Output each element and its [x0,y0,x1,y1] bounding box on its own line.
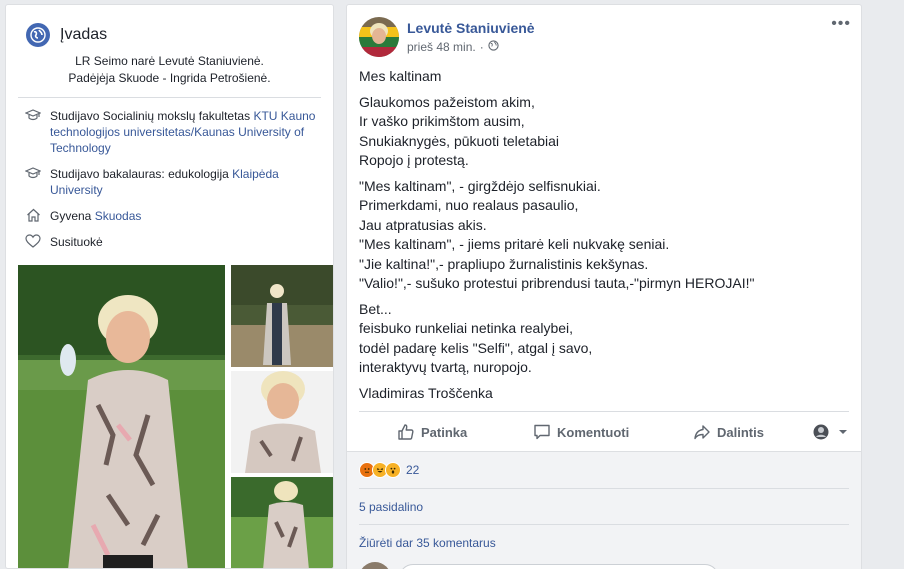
bio-line-1: LR Seimo narė Levutė Staniuvienė. [75,54,264,68]
reaction-count: 22 [406,463,420,477]
audience-selector[interactable] [813,424,854,440]
shares-count-link[interactable]: 5 pasidalino [359,500,423,514]
chevron-down-icon [839,430,847,434]
info-text: Susituokė [50,235,103,249]
thumbs-up-icon [398,424,414,440]
stanza-1: Glaukomos pažeistom akim, Ir vaško priki… [359,93,849,171]
poem-line: interaktyvų tvartą, nuropojo. [359,359,532,375]
profile-photo-3[interactable] [231,371,333,473]
globe-icon [26,23,50,47]
intro-header: Įvadas [6,5,333,53]
info-text: Gyvena [50,209,95,223]
post-timestamp[interactable]: prieš 48 min. [407,40,476,54]
divider [359,488,849,489]
poem-line: "Mes kaltinam", - jiems pritarė keli nuk… [359,236,670,252]
author-avatar[interactable] [359,17,399,57]
poem-line: Glaukomos pažeistom akim, [359,93,535,110]
share-button[interactable]: Dalintis [693,423,764,441]
post-signature: Vladimiras Troščenka [359,384,493,401]
stanza-2: "Mes kaltinam", - girgždėjo selfisnukiai… [359,177,849,294]
poem-line: Ropojo į protestą. [359,152,469,168]
poem-line: Jau atpratusias akis. [359,216,487,233]
post-author[interactable]: Levutė Staniuvienė [407,20,535,36]
divider [359,524,849,525]
post-title: Mes kaltinam [359,68,442,84]
info-education-klaipeda: Studijavo bakalauras: edukologija Klaipė… [6,164,333,202]
like-button[interactable]: Patinka [397,423,467,441]
globe-icon [488,40,499,54]
speech-bubble-icon [534,424,550,440]
poem-line: todėl padarę kelis "Selfi", atgal į savo… [359,339,593,356]
divider [18,97,321,98]
post-text: Mes kaltinam Glaukomos pažeistom akim, I… [359,67,849,403]
poem-line: "Mes kaltinam", - girgždėjo selfisnukiai… [359,177,601,194]
comment-button[interactable]: Komentuoti [533,423,629,441]
share-label: Dalintis [717,424,764,440]
divider [359,411,849,412]
profile-photo-2[interactable] [231,265,333,367]
commenter-avatar [359,562,391,569]
heart-icon [24,234,42,250]
like-label: Patinka [421,424,468,440]
poem-line: "Valio!",- sušuko protestui pribrendusi … [359,275,755,291]
poem-line: Bet... [359,300,392,317]
home-icon [24,208,42,224]
poem-line: feisbuko runkeliai netinka realybei, [359,320,574,336]
poem-line: Ir vaško prikimštom ausim, [359,113,525,129]
graduation-cap-icon [24,166,42,182]
profile-avatar-icon [813,424,829,440]
bio-line-2: Padėjėja Skuode - Ingrida Petrošienė. [68,71,271,85]
engagement-section: 22 5 pasidalino Žiūrėti dar 35 komentaru… [346,452,862,569]
intro-title: Įvadas [60,26,108,43]
post-meta: prieš 48 min. · [407,40,499,54]
profile-photo-large[interactable] [18,265,225,568]
info-education-ktu: Studijavo Socialinių mokslų fakultetas K… [6,106,333,160]
intro-card: Įvadas LR Seimo narė Levutė Staniuvienė.… [5,4,334,569]
profile-bio: LR Seimo narė Levutė Staniuvienė. Padėjė… [6,53,333,97]
graduation-cap-icon [24,108,42,124]
info-text: Studijavo bakalauras: edukologija [50,167,233,181]
info-lives-in: Gyvena Skuodas [6,206,333,228]
view-more-comments-link[interactable]: Žiūrėti dar 35 komentarus [359,536,496,550]
share-arrow-icon [694,425,710,440]
post-card: Levutė Staniuvienė prieš 48 min. · ••• M… [346,4,862,452]
info-text: Studijavo Socialinių mokslų fakultetas [50,109,254,123]
comment-input[interactable] [399,564,719,569]
wow-reaction-icon [385,462,401,478]
post-options-icon[interactable]: ••• [831,15,851,33]
stanza-3: Bet... feisbuko runkeliai netinka realyb… [359,300,849,378]
comment-label: Komentuoti [557,424,630,440]
poem-line: "Jie kaltina!",- prapliupo žurnalistinis… [359,255,649,272]
city-link[interactable]: Skuodas [95,209,142,223]
poem-line: Snukiaknygės, pūkuoti teletabiai [359,132,560,149]
poem-line: Primerkdami, nuo realaus pasaulio, [359,197,579,213]
profile-photo-4[interactable] [231,477,333,568]
reactions-summary[interactable]: 22 [359,462,419,478]
info-relationship: Susituokė [6,232,333,254]
